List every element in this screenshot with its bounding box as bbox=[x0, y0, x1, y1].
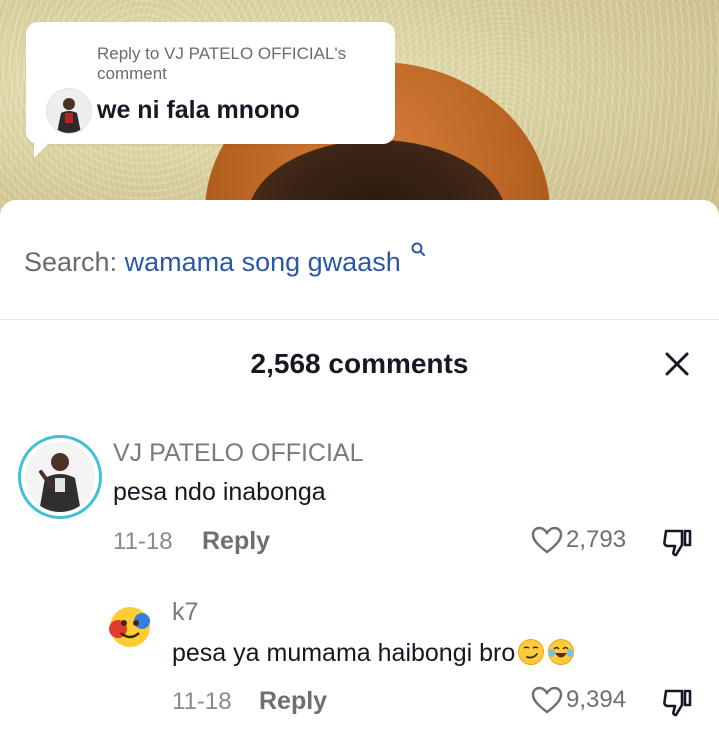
avatar[interactable] bbox=[18, 435, 102, 519]
like-button[interactable]: 9,394 bbox=[530, 685, 626, 717]
reply-button[interactable]: Reply bbox=[202, 527, 270, 556]
comment-text: pesa ya mumama haibongi bro bbox=[172, 638, 575, 668]
thumbs-down-icon bbox=[663, 689, 692, 717]
reply-comment-text: we ni fala mnono bbox=[97, 96, 300, 124]
emoji-avatar-icon bbox=[104, 599, 156, 651]
heart-icon bbox=[531, 526, 563, 554]
tears-of-joy-emoji-icon bbox=[548, 639, 575, 665]
smirk-emoji-icon bbox=[518, 639, 545, 665]
like-count: 9,394 bbox=[566, 686, 627, 713]
close-icon bbox=[665, 352, 689, 376]
divider bbox=[0, 319, 719, 320]
comment-date: 11-18 bbox=[172, 688, 232, 715]
avatar[interactable] bbox=[104, 599, 156, 651]
reply-button[interactable]: Reply bbox=[259, 687, 327, 716]
reply-avatar bbox=[46, 88, 92, 134]
search-label: Search: bbox=[24, 247, 118, 277]
close-button[interactable] bbox=[660, 347, 694, 381]
search-term-link[interactable]: wamama song gwaash bbox=[125, 247, 401, 277]
reply-to-label: Reply to VJ PATELO OFFICIAL's comment bbox=[97, 44, 347, 83]
person-avatar-icon bbox=[25, 442, 95, 512]
dislike-button[interactable] bbox=[660, 526, 694, 558]
comment-text-body: pesa ya mumama haibongi bro bbox=[172, 639, 516, 667]
dislike-button[interactable] bbox=[660, 686, 694, 718]
like-button[interactable]: 2,793 bbox=[530, 525, 626, 557]
reply-comment-bubble[interactable]: Reply to VJ PATELO OFFICIAL's comment we… bbox=[26, 22, 395, 158]
search-icon bbox=[411, 242, 426, 256]
search-suggestion[interactable]: Search: wamama song gwaash bbox=[24, 241, 426, 278]
thumbs-down-icon bbox=[663, 529, 692, 557]
comment-date: 11-18 bbox=[113, 528, 173, 555]
comments-sheet: Search: wamama song gwaash 2,568 comment… bbox=[0, 200, 719, 747]
like-count: 2,793 bbox=[566, 526, 627, 553]
heart-icon bbox=[531, 686, 563, 714]
comment-text: pesa ndo inabonga bbox=[113, 478, 326, 506]
person-avatar-icon bbox=[47, 89, 91, 133]
comment-username[interactable]: VJ PATELO OFFICIAL bbox=[113, 439, 364, 468]
comment-count-title: 2,568 comments bbox=[250, 348, 469, 379]
comment-username[interactable]: k7 bbox=[172, 598, 198, 627]
